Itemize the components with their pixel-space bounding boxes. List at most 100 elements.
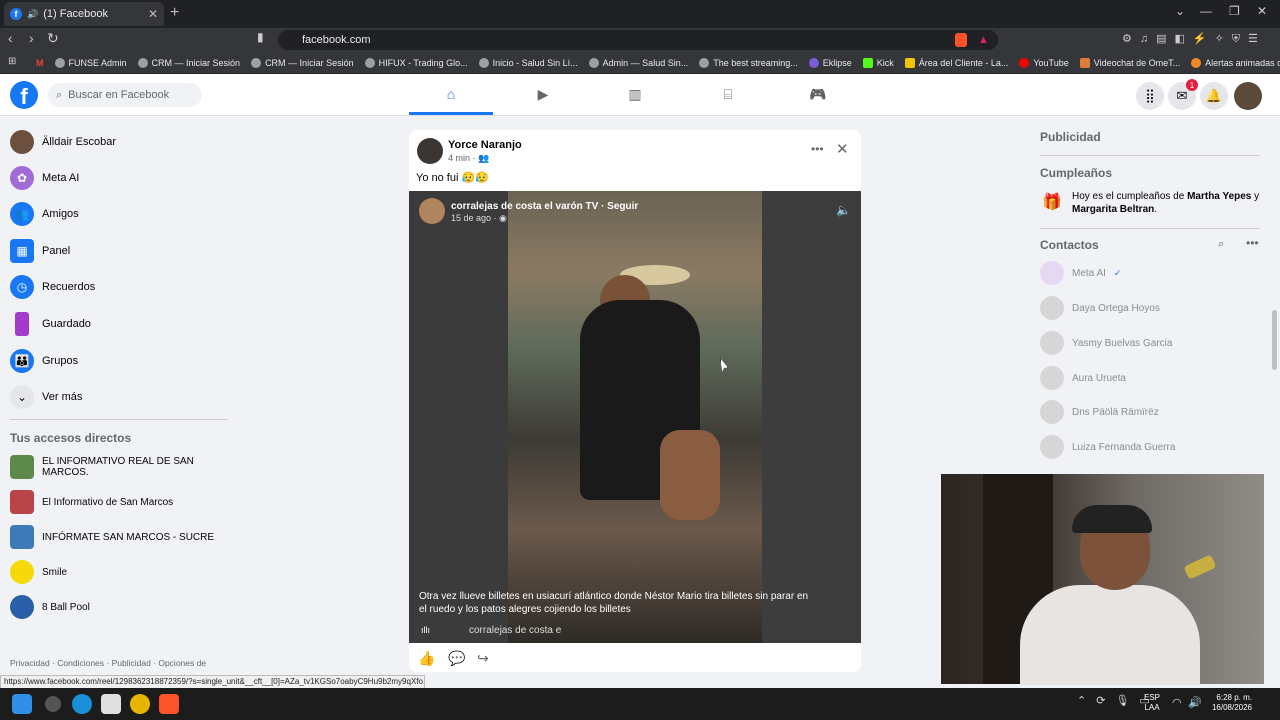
search-icon[interactable] xyxy=(45,696,61,712)
store-icon[interactable] xyxy=(101,694,121,714)
shortcut-item[interactable]: 8 Ball Pool xyxy=(10,595,220,619)
more-options-icon[interactable]: ••• xyxy=(1246,236,1259,250)
speaker-icon[interactable]: 🔈 xyxy=(836,203,851,217)
system-tray[interactable]: ⌃ ⟳ 🎙 ▭ xyxy=(1077,694,1150,707)
window-close-button[interactable]: ✕ xyxy=(1257,4,1267,18)
birthday-text[interactable]: Hoy es el cumpleaños de Martha Yepes y M… xyxy=(1072,190,1262,216)
chevron-up-icon[interactable]: ⌃ xyxy=(1077,694,1086,707)
brave-rewards-icon[interactable]: ▲ xyxy=(978,34,989,46)
bookmark-item[interactable]: FUNSE Admin xyxy=(54,57,127,68)
volume-icon[interactable]: 🔊 xyxy=(1188,696,1202,709)
apps-grid-icon[interactable]: ⊞ xyxy=(8,56,16,67)
bookmark-item[interactable]: Área del Cliente - La... xyxy=(904,57,1008,68)
shortcut-item[interactable]: El Informativo de San Marcos xyxy=(10,490,220,514)
chevron-down-icon: ⌄ xyxy=(10,385,34,409)
contact-item[interactable]: Meta AI ✓ xyxy=(1040,261,1121,285)
sync-icon[interactable]: ⟳ xyxy=(1096,694,1105,707)
chrome-icon[interactable] xyxy=(130,694,150,714)
sidebar-item-friends[interactable]: 👥 Amigos xyxy=(10,200,79,228)
shortcut-thumbnail xyxy=(10,490,34,514)
new-tab-button[interactable]: + xyxy=(170,4,179,22)
tab-search-icon[interactable]: ⌄ xyxy=(1175,4,1185,18)
search-icon[interactable]: ⌕ xyxy=(1218,238,1224,251)
verified-icon: ✓ xyxy=(1113,267,1122,278)
bookmark-page-icon[interactable]: ▮ xyxy=(257,30,264,44)
video-icon[interactable]: ▶ xyxy=(533,86,553,104)
marketplace-icon[interactable]: ⌸ xyxy=(718,86,738,104)
video-letterbox xyxy=(409,191,508,643)
brave-icon[interactable] xyxy=(159,694,179,714)
notifications-icon[interactable]: 🔔 xyxy=(1200,82,1228,110)
contact-item[interactable]: Daya Ortega Hoyos xyxy=(1040,296,1160,320)
microphone-icon[interactable]: 🎙 xyxy=(1115,694,1129,707)
sidebar-item-memories[interactable]: ◷ Recuerdos xyxy=(10,273,95,301)
share-icon[interactable]: ↪ xyxy=(477,650,489,667)
post-author[interactable]: Yorce Naranjo xyxy=(448,139,522,151)
webcam-content xyxy=(1020,585,1200,685)
post-timestamp[interactable]: 4 min · 👥 xyxy=(448,153,489,164)
bookmark-item[interactable]: CRM — Iniciar Sesión xyxy=(137,57,240,68)
bookmark-item[interactable]: Alertas animadas de... xyxy=(1191,57,1280,68)
bookmark-item[interactable]: Admin — Salud Sin... xyxy=(588,57,688,68)
search-input[interactable]: ⌕ Buscar en Facebook xyxy=(48,83,202,107)
close-icon[interactable]: ✕ xyxy=(836,140,849,158)
avatar[interactable] xyxy=(417,138,443,164)
windows-start-icon[interactable] xyxy=(12,694,32,714)
language-indicator[interactable]: ESP LAA xyxy=(1144,693,1160,713)
sidebar-item-saved[interactable]: Guardado xyxy=(10,310,91,338)
contact-item[interactable]: Dns Päölä Rämïrëz xyxy=(1040,400,1159,424)
bookmark-item[interactable]: YouTube xyxy=(1019,57,1069,68)
profile-avatar[interactable] xyxy=(1234,82,1262,110)
wifi-icon[interactable]: ◠ xyxy=(1172,696,1182,709)
brave-shields-icon[interactable] xyxy=(955,33,967,47)
bookmark-item[interactable]: Eklipse xyxy=(808,57,852,68)
video-timestamp[interactable]: 15 de ago · ◉ xyxy=(451,213,507,224)
shortcut-item[interactable]: EL INFORMATIVO REAL DE SAN MARCOS. xyxy=(10,455,220,479)
contact-item[interactable]: Luiza Fernanda Guerra xyxy=(1040,435,1175,459)
bookmark-item[interactable]: Kick xyxy=(862,57,894,68)
close-tab-icon[interactable]: ✕ xyxy=(148,7,158,21)
facebook-logo-icon[interactable]: f xyxy=(10,81,38,109)
sidebar-item-label: Amigos xyxy=(42,208,79,220)
more-options-icon[interactable]: ••• xyxy=(811,142,824,156)
shortcut-item[interactable]: INFÓRMATE SAN MARCOS - SUCRE xyxy=(10,525,220,549)
contacts-heading: Contactos xyxy=(1040,238,1099,252)
home-tab-indicator xyxy=(409,112,493,115)
comment-icon[interactable]: 💬 xyxy=(448,650,465,667)
restore-button[interactable]: ❐ xyxy=(1229,4,1240,18)
minimize-button[interactable]: — xyxy=(1200,4,1212,18)
sidebar-item-groups[interactable]: 👪 Grupos xyxy=(10,347,78,375)
bookmark-item[interactable]: HIFUX - Trading Glo... xyxy=(364,57,468,68)
right-divider xyxy=(1040,228,1260,229)
shortcut-item[interactable]: Smile xyxy=(10,560,220,584)
menu-grid-icon[interactable]: ⣿ xyxy=(1136,82,1164,110)
edge-icon[interactable] xyxy=(72,694,92,714)
sidebar-item-meta-ai[interactable]: ✿ Meta AI xyxy=(10,164,79,192)
sidebar-item-profile[interactable]: Älldair Escobar xyxy=(10,128,116,156)
bookmark-gmail[interactable]: M xyxy=(36,58,44,68)
avatar[interactable] xyxy=(419,198,445,224)
bookmark-item[interactable]: Inicio - Salud Sin Lí... xyxy=(478,57,578,68)
extensions-icons[interactable]: ⚙♫▤◧⚡✧⛨☰ xyxy=(1122,32,1266,46)
back-icon[interactable]: ‹ xyxy=(8,30,13,46)
bookmark-item[interactable]: Videochat de OmeT... xyxy=(1079,57,1180,68)
like-icon[interactable]: 👍 xyxy=(418,650,435,667)
feeds-icon[interactable]: ▥ xyxy=(625,86,645,104)
contact-item[interactable]: Aura Urueta xyxy=(1040,366,1126,390)
forward-icon[interactable]: › xyxy=(29,30,34,46)
system-clock[interactable]: 6:28 p. m. 16/08/2026 xyxy=(1206,693,1252,713)
scrollbar[interactable] xyxy=(1272,310,1277,370)
video-page-name[interactable]: corralejas de costa el varón TV · Seguir xyxy=(451,201,638,212)
reload-icon[interactable]: ↻ xyxy=(47,30,59,47)
contact-item[interactable]: Yasmy Buelvas Garcia xyxy=(1040,331,1172,355)
gaming-icon[interactable]: 🎮 xyxy=(808,86,828,104)
sidebar-item-panel[interactable]: ▦ Panel xyxy=(10,237,70,265)
address-bar[interactable]: facebook.com xyxy=(278,30,998,50)
browser-tab[interactable]: f 🔊 (1) Facebook ✕ xyxy=(4,2,164,26)
groups-icon: 👪 xyxy=(10,349,34,373)
home-icon[interactable]: ⌂ xyxy=(441,86,461,104)
sidebar-item-see-more[interactable]: ⌄ Ver más xyxy=(10,383,82,411)
footer-links[interactable]: Privacidad · Condiciones · Publicidad · … xyxy=(10,658,230,668)
bookmark-item[interactable]: The best streaming... xyxy=(699,57,798,68)
bookmark-item[interactable]: CRM — Iniciar Sesión xyxy=(251,57,354,68)
